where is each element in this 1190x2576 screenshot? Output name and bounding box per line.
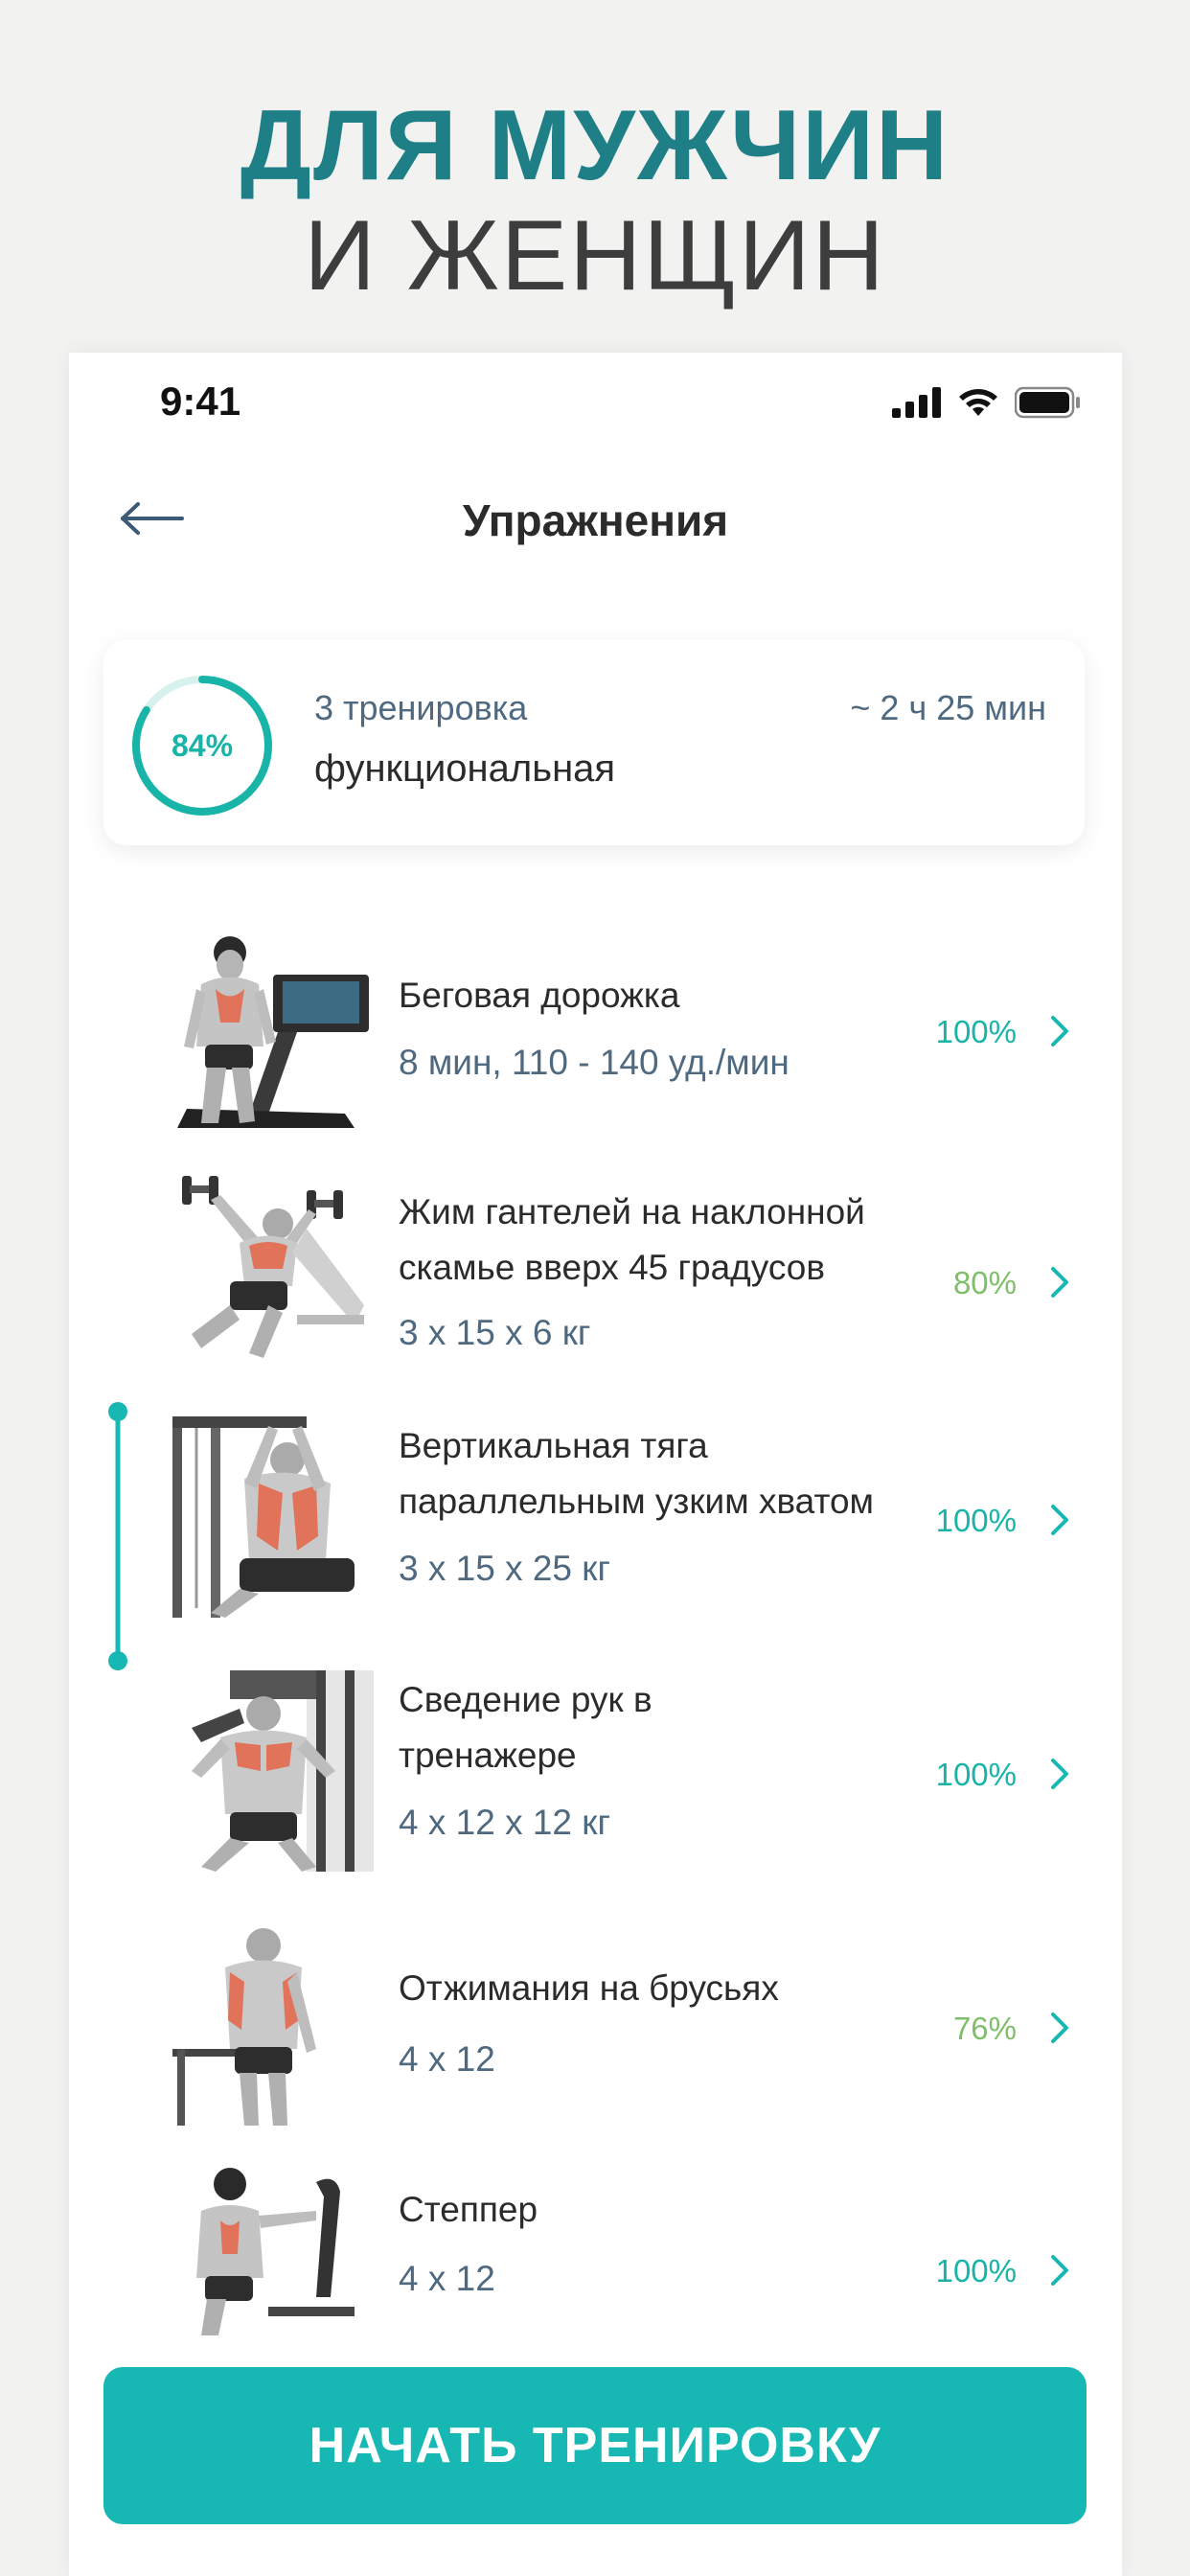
- exercise-name: Сведение рук в тренажере: [399, 1680, 652, 1775]
- progress-percent: 84%: [171, 727, 234, 763]
- exercise-name: Отжимания на брусьях: [399, 1968, 779, 2008]
- wifi-icon: [959, 389, 997, 416]
- promo-line-1: ДЛЯ МУЖЧИН: [240, 90, 950, 201]
- exercise-row[interactable]: Вертикальная тяга параллельным узким хва…: [69, 1416, 1122, 1670]
- chevron-right-icon: [1051, 2012, 1068, 2043]
- exercise-percent: 100%: [935, 1014, 1017, 1049]
- exercise-name: Степпер: [399, 2190, 538, 2229]
- chevron-right-icon: [1051, 1759, 1068, 1789]
- workout-duration: ~ 2 ч 25 мин: [850, 688, 1046, 727]
- exercise-percent: 100%: [935, 1757, 1017, 1792]
- exercise-row[interactable]: Беговая дорожка 8 мин, 110 - 140 уд./мин…: [69, 928, 1122, 1158]
- exercise-percent: 76%: [952, 2011, 1017, 2046]
- exercise-detail: 4 x 12: [399, 2259, 495, 2298]
- exercise-percent: 100%: [935, 2253, 1017, 2288]
- lat-pulldown-illustration: [172, 1416, 355, 1618]
- status-time: 9:41: [160, 379, 241, 424]
- cellular-signal-icon: [892, 387, 941, 418]
- exercise-row[interactable]: Отжимания на брусьях 4 x 12 76%: [69, 1924, 1122, 2164]
- page-title: Упражнения: [462, 495, 729, 545]
- exercise-detail: 4 x 12: [399, 2039, 495, 2079]
- battery-icon: [1015, 386, 1080, 419]
- treadmill-illustration: [177, 936, 369, 1128]
- promo-headline: ДЛЯ МУЖЧИН И ЖЕНЩИН: [0, 91, 1190, 311]
- workout-number: 3 тренировка: [314, 688, 528, 727]
- exercise-list: Беговая дорожка 8 мин, 110 - 140 уд./мин…: [69, 928, 1122, 1944]
- exercise-row[interactable]: Степпер 4 x 12 100%: [69, 2159, 1122, 2341]
- exercise-row[interactable]: Сведение рук в тренажере 4 x 12 x 12 кг …: [69, 1670, 1122, 1924]
- chest-fly-machine-illustration: [192, 1670, 374, 1872]
- status-icons: [892, 383, 1082, 422]
- workout-summary-card[interactable]: 84% 3 тренировка ~ 2 ч 25 мин функционал…: [103, 640, 1085, 845]
- exercise-list-continued: Отжимания на брусьях 4 x 12 76% Степпер: [69, 1924, 1122, 2346]
- exercise-detail: 3 x 15 x 6 кг: [399, 1313, 591, 1352]
- stepper-illustration: [196, 2168, 355, 2335]
- exercise-detail: 8 мин, 110 - 140 уд./мин: [399, 1043, 790, 1082]
- promo-line-2: И ЖЕНЩИН: [304, 200, 886, 311]
- chevron-right-icon: [1051, 2255, 1068, 2286]
- parallel-bar-dips-illustration: [172, 1928, 316, 2126]
- chevron-right-icon: [1051, 1267, 1068, 1298]
- phone-screen: 9:41 Упражнения 84% 3 тренировка ~ 2 ч 2…: [69, 353, 1122, 2576]
- exercise-percent: 100%: [935, 1503, 1017, 1538]
- exercise-name: Жим гантелей на наклонной скамье вверх 4…: [399, 1192, 865, 1287]
- exercise-row[interactable]: Жим гантелей на наклонной скамье вверх 4…: [69, 1158, 1122, 1416]
- exercise-name: Вертикальная тяга параллельным узким хва…: [399, 1426, 874, 1521]
- exercise-name: Беговая дорожка: [399, 976, 680, 1015]
- incline-dumbbell-press-illustration: [182, 1176, 364, 1358]
- exercise-detail: 4 x 12 x 12 кг: [399, 1803, 610, 1842]
- start-workout-button[interactable]: НАЧАТЬ ТРЕНИРОВКУ: [103, 2367, 1087, 2524]
- chevron-right-icon: [1051, 1505, 1068, 1535]
- chevron-right-icon: [1051, 1016, 1068, 1046]
- exercise-detail: 3 x 15 x 25 кг: [399, 1549, 610, 1588]
- exercise-percent: 80%: [952, 1265, 1017, 1300]
- workout-name: функциональная: [314, 748, 616, 790]
